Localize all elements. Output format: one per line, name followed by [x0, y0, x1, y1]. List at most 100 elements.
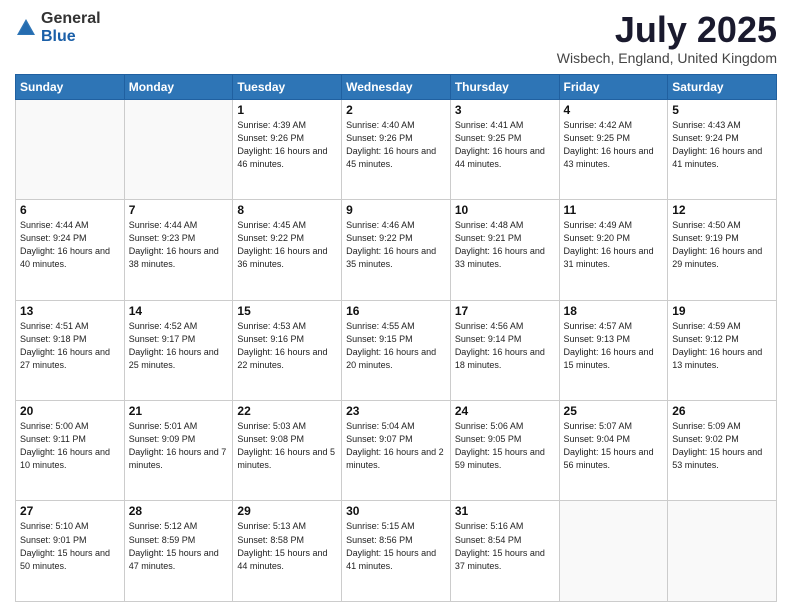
day-info: Sunrise: 4:48 AM Sunset: 9:21 PM Dayligh…	[455, 219, 555, 271]
day-number: 30	[346, 504, 446, 518]
calendar-cell-w3-d5: 17Sunrise: 4:56 AM Sunset: 9:14 PM Dayli…	[450, 300, 559, 400]
calendar-cell-w1-d2	[124, 99, 233, 199]
calendar-cell-w5-d2: 28 Sunrise: 5:12 AM Sunset: 8:59 PM Dayli…	[124, 501, 233, 602]
day-number: 20	[20, 404, 120, 418]
calendar-cell-w2-d7: 12 Sunrise: 4:50 AM Sunset: 9:19 PM Dayli…	[668, 200, 777, 300]
calendar-cell-w5-d1: 27 Sunrise: 5:10 AM Sunset: 9:01 PM Dayli…	[16, 501, 125, 602]
day-info: Sunrise: 4:53 AM Sunset: 9:16 PM Dayligh…	[237, 320, 337, 372]
day-number: 8	[237, 203, 337, 217]
day-info: Sunrise: 4:59 AM Sunset: 9:12 PM Dayligh…	[672, 320, 772, 372]
day-info: Sunrise: 5:07 AM Sunset: 9:04 PM Dayligh…	[564, 420, 664, 472]
header-sunday: Sunday	[16, 74, 125, 99]
day-number: 2	[346, 103, 446, 117]
day-info: Sunrise: 4:41 AM Sunset: 9:25 PM Dayligh…	[455, 119, 555, 171]
calendar-cell-w3-d3: 15 Sunrise: 4:53 AM Sunset: 9:16 PM Dayli…	[233, 300, 342, 400]
day-info: Sunrise: 5:06 AM Sunset: 9:05 PM Dayligh…	[455, 420, 555, 472]
day-number: 28	[129, 504, 229, 518]
logo: General Blue	[15, 10, 101, 46]
day-info: Sunrise: 5:04 AM Sunset: 9:07 PM Dayligh…	[346, 420, 446, 472]
calendar-cell-w2-d4: 9Sunrise: 4:46 AM Sunset: 9:22 PM Daylig…	[342, 200, 451, 300]
day-info: Sunrise: 4:44 AM Sunset: 9:23 PM Dayligh…	[129, 219, 229, 271]
calendar-cell-w4-d2: 21Sunrise: 5:01 AM Sunset: 9:09 PM Dayli…	[124, 401, 233, 501]
calendar-cell-w4-d7: 26 Sunrise: 5:09 AM Sunset: 9:02 PM Dayli…	[668, 401, 777, 501]
day-number: 27	[20, 504, 120, 518]
calendar-cell-w3-d7: 19 Sunrise: 4:59 AM Sunset: 9:12 PM Dayli…	[668, 300, 777, 400]
day-number: 25	[564, 404, 664, 418]
day-number: 18	[564, 304, 664, 318]
day-number: 4	[564, 103, 664, 117]
calendar-cell-w1-d5: 3 Sunrise: 4:41 AM Sunset: 9:25 PM Daylig…	[450, 99, 559, 199]
day-info: Sunrise: 5:00 AM Sunset: 9:11 PM Dayligh…	[20, 420, 120, 472]
header-friday: Friday	[559, 74, 668, 99]
calendar-cell-w3-d4: 16Sunrise: 4:55 AM Sunset: 9:15 PM Dayli…	[342, 300, 451, 400]
week-row-1: 1 Sunrise: 4:39 AM Sunset: 9:26 PM Daylig…	[16, 99, 777, 199]
day-number: 9	[346, 203, 446, 217]
calendar-cell-w4-d4: 23Sunrise: 5:04 AM Sunset: 9:07 PM Dayli…	[342, 401, 451, 501]
day-info: Sunrise: 5:13 AM Sunset: 8:58 PM Dayligh…	[237, 520, 337, 572]
day-info: Sunrise: 5:16 AM Sunset: 8:54 PM Dayligh…	[455, 520, 555, 572]
day-number: 14	[129, 304, 229, 318]
header-saturday: Saturday	[668, 74, 777, 99]
calendar-cell-w2-d6: 11 Sunrise: 4:49 AM Sunset: 9:20 PM Dayli…	[559, 200, 668, 300]
day-number: 15	[237, 304, 337, 318]
calendar-cell-w5-d3: 29 Sunrise: 5:13 AM Sunset: 8:58 PM Dayli…	[233, 501, 342, 602]
day-number: 5	[672, 103, 772, 117]
week-row-2: 6Sunrise: 4:44 AM Sunset: 9:24 PM Daylig…	[16, 200, 777, 300]
day-info: Sunrise: 4:39 AM Sunset: 9:26 PM Dayligh…	[237, 119, 337, 171]
day-number: 31	[455, 504, 555, 518]
day-number: 7	[129, 203, 229, 217]
week-row-3: 13 Sunrise: 4:51 AM Sunset: 9:18 PM Dayli…	[16, 300, 777, 400]
location: Wisbech, England, United Kingdom	[557, 50, 777, 66]
day-number: 10	[455, 203, 555, 217]
week-row-4: 20 Sunrise: 5:00 AM Sunset: 9:11 PM Dayli…	[16, 401, 777, 501]
header-thursday: Thursday	[450, 74, 559, 99]
calendar-cell-w1-d7: 5Sunrise: 4:43 AM Sunset: 9:24 PM Daylig…	[668, 99, 777, 199]
calendar: Sunday Monday Tuesday Wednesday Thursday…	[15, 74, 777, 602]
calendar-cell-w4-d1: 20 Sunrise: 5:00 AM Sunset: 9:11 PM Dayli…	[16, 401, 125, 501]
calendar-cell-w1-d1	[16, 99, 125, 199]
day-info: Sunrise: 4:49 AM Sunset: 9:20 PM Dayligh…	[564, 219, 664, 271]
day-number: 6	[20, 203, 120, 217]
calendar-cell-w2-d5: 10 Sunrise: 4:48 AM Sunset: 9:21 PM Dayli…	[450, 200, 559, 300]
day-number: 11	[564, 203, 664, 217]
day-number: 1	[237, 103, 337, 117]
logo-text: General Blue	[41, 10, 101, 46]
page: General Blue July 2025 Wisbech, England,…	[0, 0, 792, 612]
day-info: Sunrise: 4:52 AM Sunset: 9:17 PM Dayligh…	[129, 320, 229, 372]
day-info: Sunrise: 4:57 AM Sunset: 9:13 PM Dayligh…	[564, 320, 664, 372]
day-number: 13	[20, 304, 120, 318]
calendar-cell-w5-d4: 30 Sunrise: 5:15 AM Sunset: 8:56 PM Dayli…	[342, 501, 451, 602]
day-info: Sunrise: 4:45 AM Sunset: 9:22 PM Dayligh…	[237, 219, 337, 271]
calendar-cell-w5-d7	[668, 501, 777, 602]
calendar-cell-w1-d6: 4Sunrise: 4:42 AM Sunset: 9:25 PM Daylig…	[559, 99, 668, 199]
day-info: Sunrise: 5:10 AM Sunset: 9:01 PM Dayligh…	[20, 520, 120, 572]
day-number: 29	[237, 504, 337, 518]
day-info: Sunrise: 4:51 AM Sunset: 9:18 PM Dayligh…	[20, 320, 120, 372]
calendar-cell-w2-d3: 8 Sunrise: 4:45 AM Sunset: 9:22 PM Daylig…	[233, 200, 342, 300]
day-info: Sunrise: 4:40 AM Sunset: 9:26 PM Dayligh…	[346, 119, 446, 171]
day-info: Sunrise: 4:56 AM Sunset: 9:14 PM Dayligh…	[455, 320, 555, 372]
calendar-cell-w5-d6	[559, 501, 668, 602]
day-number: 22	[237, 404, 337, 418]
calendar-cell-w1-d3: 1 Sunrise: 4:39 AM Sunset: 9:26 PM Daylig…	[233, 99, 342, 199]
day-number: 24	[455, 404, 555, 418]
day-info: Sunrise: 5:12 AM Sunset: 8:59 PM Dayligh…	[129, 520, 229, 572]
day-number: 26	[672, 404, 772, 418]
logo-general: General	[41, 10, 101, 27]
calendar-cell-w3-d1: 13 Sunrise: 4:51 AM Sunset: 9:18 PM Dayli…	[16, 300, 125, 400]
day-number: 19	[672, 304, 772, 318]
title-block: July 2025 Wisbech, England, United Kingd…	[557, 10, 777, 66]
day-number: 3	[455, 103, 555, 117]
calendar-cell-w5-d5: 31 Sunrise: 5:16 AM Sunset: 8:54 PM Dayli…	[450, 501, 559, 602]
logo-blue: Blue	[41, 28, 76, 45]
calendar-cell-w2-d2: 7 Sunrise: 4:44 AM Sunset: 9:23 PM Daylig…	[124, 200, 233, 300]
calendar-cell-w2-d1: 6Sunrise: 4:44 AM Sunset: 9:24 PM Daylig…	[16, 200, 125, 300]
day-info: Sunrise: 4:50 AM Sunset: 9:19 PM Dayligh…	[672, 219, 772, 271]
day-number: 12	[672, 203, 772, 217]
day-info: Sunrise: 5:09 AM Sunset: 9:02 PM Dayligh…	[672, 420, 772, 472]
day-number: 16	[346, 304, 446, 318]
calendar-cell-w4-d3: 22Sunrise: 5:03 AM Sunset: 9:08 PM Dayli…	[233, 401, 342, 501]
header-wednesday: Wednesday	[342, 74, 451, 99]
day-info: Sunrise: 5:15 AM Sunset: 8:56 PM Dayligh…	[346, 520, 446, 572]
header-monday: Monday	[124, 74, 233, 99]
